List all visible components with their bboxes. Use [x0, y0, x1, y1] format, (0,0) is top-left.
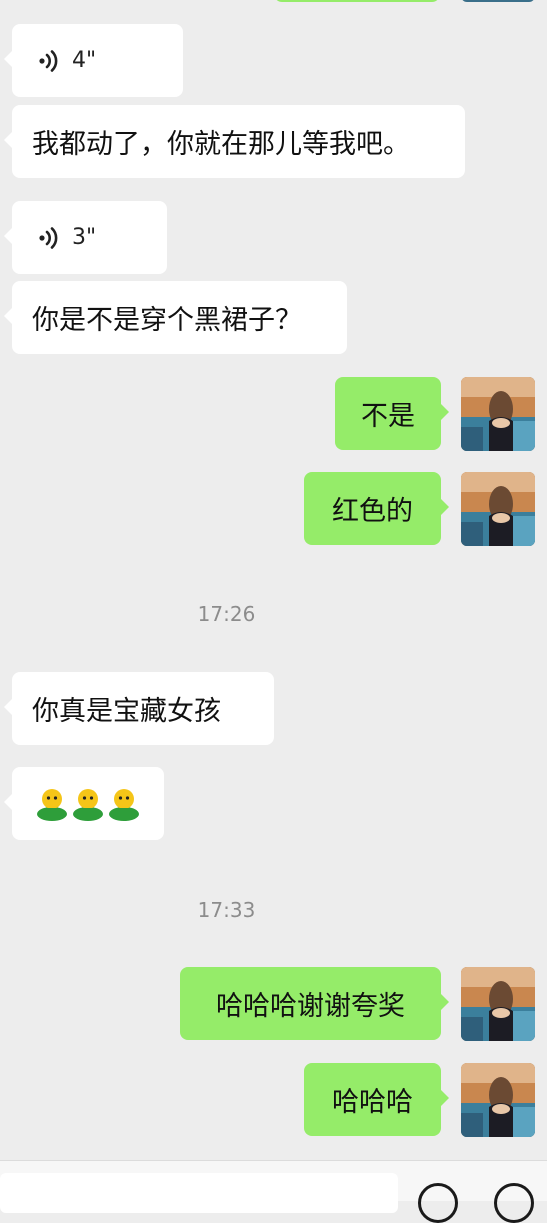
message-text: 你是不是穿个黑裙子？: [32, 305, 302, 336]
avatar[interactable]: [461, 472, 535, 546]
outgoing-text-bubble[interactable]: 哈哈哈: [304, 1063, 449, 1136]
green-blob-emoji-icon: [109, 788, 139, 821]
timestamp: 17:33: [197, 898, 256, 922]
incoming-text-bubble[interactable]: 我都动了，你就在那儿等我吧。: [4, 105, 465, 178]
message-text: 哈哈哈: [332, 1087, 413, 1118]
input-bar: [0, 1160, 547, 1223]
message-text: 红色的: [332, 496, 413, 527]
voice-message-bubble[interactable]: 3": [4, 201, 167, 274]
green-blob-emoji-icon: [73, 788, 103, 821]
voice-duration: 3": [72, 225, 97, 250]
voice-wave-icon: [38, 49, 60, 72]
avatar[interactable]: [461, 377, 535, 451]
incoming-text-bubble[interactable]: 你真是宝藏女孩: [4, 672, 274, 745]
voice-duration: 4": [72, 48, 97, 73]
partial-outgoing-bubble[interactable]: [274, 0, 440, 2]
smiley-icon[interactable]: [418, 1183, 458, 1223]
incoming-text-bubble[interactable]: 你是不是穿个黑裙子？: [4, 281, 347, 354]
timestamp: 17:26: [197, 602, 256, 626]
avatar[interactable]: [461, 967, 535, 1041]
outgoing-text-bubble[interactable]: 红色的: [304, 472, 449, 545]
message-input[interactable]: [0, 1173, 398, 1213]
voice-wave-icon: [38, 226, 60, 249]
emoji-message-bubble[interactable]: [4, 767, 164, 840]
message-text: 我都动了，你就在那儿等我吧。: [32, 129, 410, 160]
chat-area[interactable]: 4" 我都动了，你就在那儿等我吧。 3" 你是不是穿个黑裙子？ 不是 红色的 1…: [0, 0, 547, 1160]
green-blob-emoji-icon: [37, 788, 67, 821]
message-text: 不是: [361, 401, 415, 432]
outgoing-text-bubble[interactable]: 哈哈哈谢谢夸奖: [180, 967, 449, 1040]
outgoing-text-bubble[interactable]: 不是: [335, 377, 449, 450]
partial-avatar[interactable]: [461, 0, 535, 2]
avatar[interactable]: [461, 1063, 535, 1137]
message-text: 你真是宝藏女孩: [32, 696, 221, 727]
voice-message-bubble[interactable]: 4": [4, 24, 183, 97]
message-text: 哈哈哈谢谢夸奖: [216, 991, 405, 1022]
plus-circle-icon[interactable]: [494, 1183, 534, 1223]
